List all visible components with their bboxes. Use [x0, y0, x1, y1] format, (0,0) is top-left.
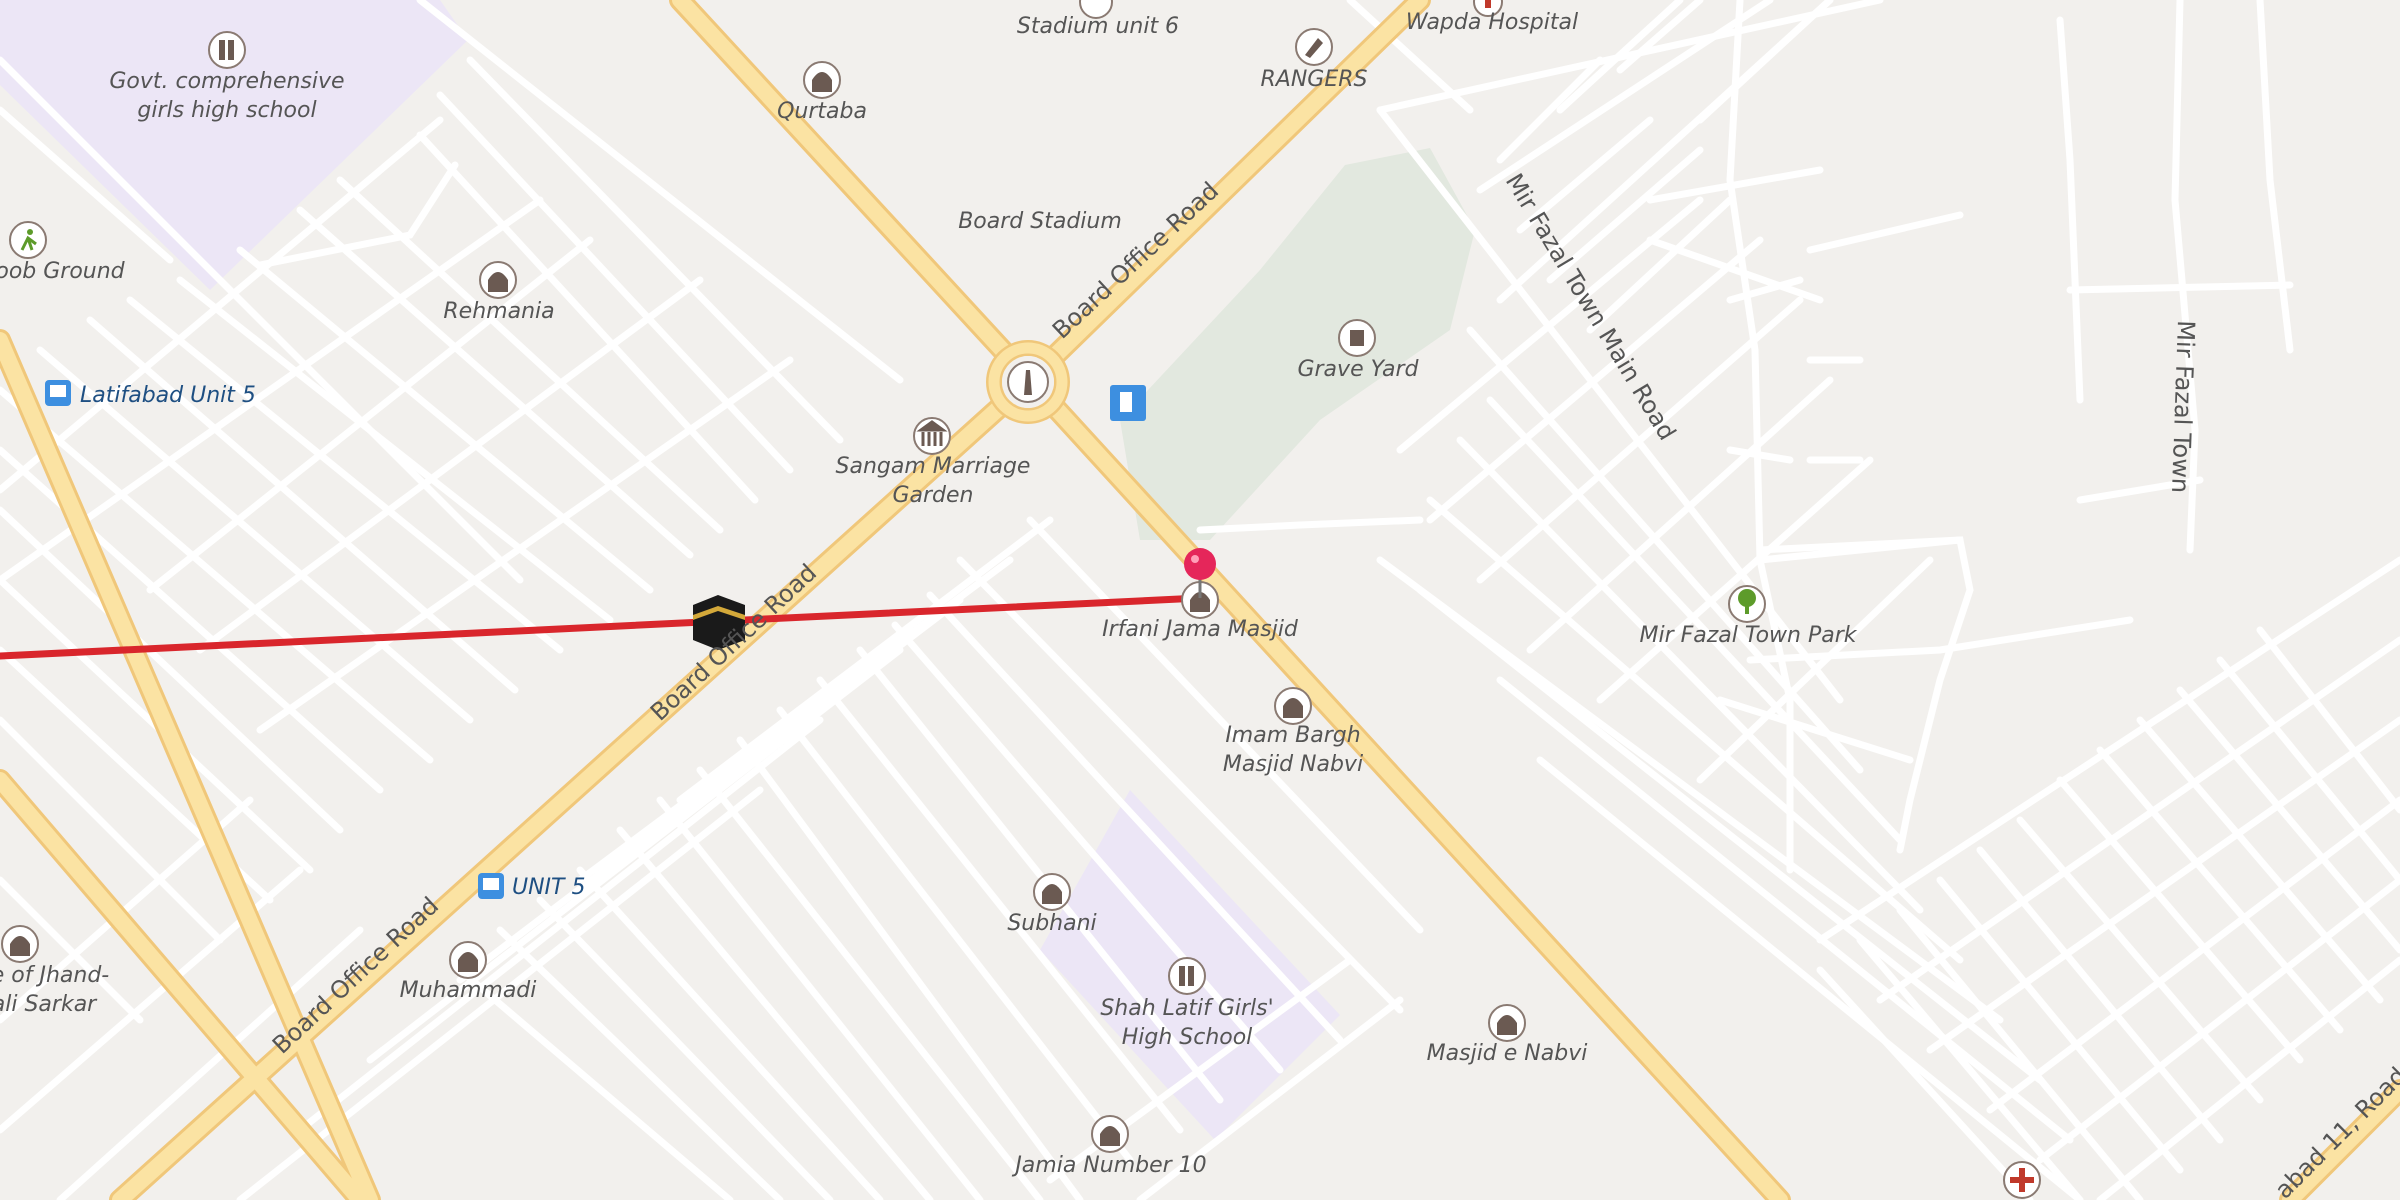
road-label-board-office-top: Board Office Road — [1047, 177, 1224, 345]
school-icon[interactable] — [208, 31, 246, 69]
poi-label-jhand-line2: ali Sarkar — [0, 992, 98, 1017]
mosque-icon[interactable] — [1488, 1004, 1526, 1042]
poi-label-board-stadium: Board Stadium — [958, 209, 1122, 234]
poi-label-unit-5: UNIT 5 — [512, 875, 585, 900]
road-label-mir-fazal-town: Mir Fazal Town — [2166, 320, 2200, 494]
poi-label-muhammadi: Muhammadi — [400, 978, 537, 1003]
hall-icon[interactable] — [913, 417, 951, 455]
poi-label-stadium-unit-6: Stadium unit 6 — [1017, 14, 1179, 39]
bus-icon[interactable] — [478, 873, 504, 899]
poi-label-qurtaba: Qurtaba — [777, 99, 867, 124]
poi-label-mir-fazal-park: Mir Fazal Town Park — [1639, 623, 1857, 648]
poi-label-govt-school-line1: Govt. comprehensive — [109, 69, 344, 94]
road-label-mir-fazal-main: Mir Fazal Town Main Road — [1500, 169, 1681, 445]
road-label-latifabad-11: abad 11, Road — [2269, 1062, 2400, 1200]
police-icon[interactable] — [1295, 28, 1333, 66]
hospital-icon[interactable] — [2003, 1161, 2041, 1199]
poi-label-shah-latif-line1: Shah Latif Girls' — [1100, 996, 1273, 1021]
mosque-icon[interactable] — [1, 925, 39, 963]
poi-label-imam-bargh-line2: Masjid Nabvi — [1223, 752, 1363, 777]
school-icon[interactable] — [1168, 957, 1206, 995]
poi-label-shah-latif-line2: High School — [1122, 1025, 1253, 1050]
monument-icon[interactable] — [1007, 361, 1049, 403]
poi-label-irfani: Irfani Jama Masjid — [1102, 617, 1299, 642]
map-canvas[interactable]: Stadium unit 6 Wapda Hospital Govt. comp… — [0, 0, 2400, 1200]
cemetery-icon[interactable] — [1338, 319, 1376, 357]
poi-label-subhani: Subhani — [1007, 911, 1096, 936]
mosque-icon[interactable] — [803, 61, 841, 99]
poi-label-govt-school-line2: girls high school — [137, 98, 316, 123]
poi-label-grave-yard: Grave Yard — [1297, 357, 1419, 382]
tree-icon[interactable] — [1728, 585, 1766, 623]
poi-label-sangam-line1: Sangam Marriage — [836, 454, 1031, 479]
sports-icon[interactable] — [9, 221, 47, 259]
fuel-icon[interactable] — [1110, 385, 1146, 421]
poi-label-jhand-line1: e of Jhand- — [0, 963, 109, 988]
mosque-icon[interactable] — [449, 941, 487, 979]
mosque-icon[interactable] — [479, 261, 517, 299]
mosque-icon[interactable] — [1033, 873, 1071, 911]
poi-label-rehmania: Rehmania — [443, 299, 554, 324]
poi-label-masjid-e-nabvi: Masjid e Nabvi — [1427, 1041, 1588, 1066]
poi-label-sangam-line2: Garden — [892, 483, 973, 508]
poi-label-jamia-10: Jamia Number 10 — [1011, 1153, 1206, 1178]
poi-label-wapda-hospital: Wapda Hospital — [1406, 10, 1578, 35]
poi-label-imam-bargh-line1: Imam Bargh — [1225, 723, 1360, 748]
poi-label-rangers: RANGERS — [1261, 67, 1368, 92]
poi-label-ground: oob Ground — [0, 259, 126, 284]
mosque-icon[interactable] — [1274, 687, 1312, 725]
bus-icon[interactable] — [45, 380, 71, 406]
poi-label-latifabad-unit-5: Latifabad Unit 5 — [80, 383, 256, 408]
mosque-icon[interactable] — [1091, 1115, 1129, 1153]
road-label-board-office-mid: Board Office Road — [645, 559, 822, 727]
